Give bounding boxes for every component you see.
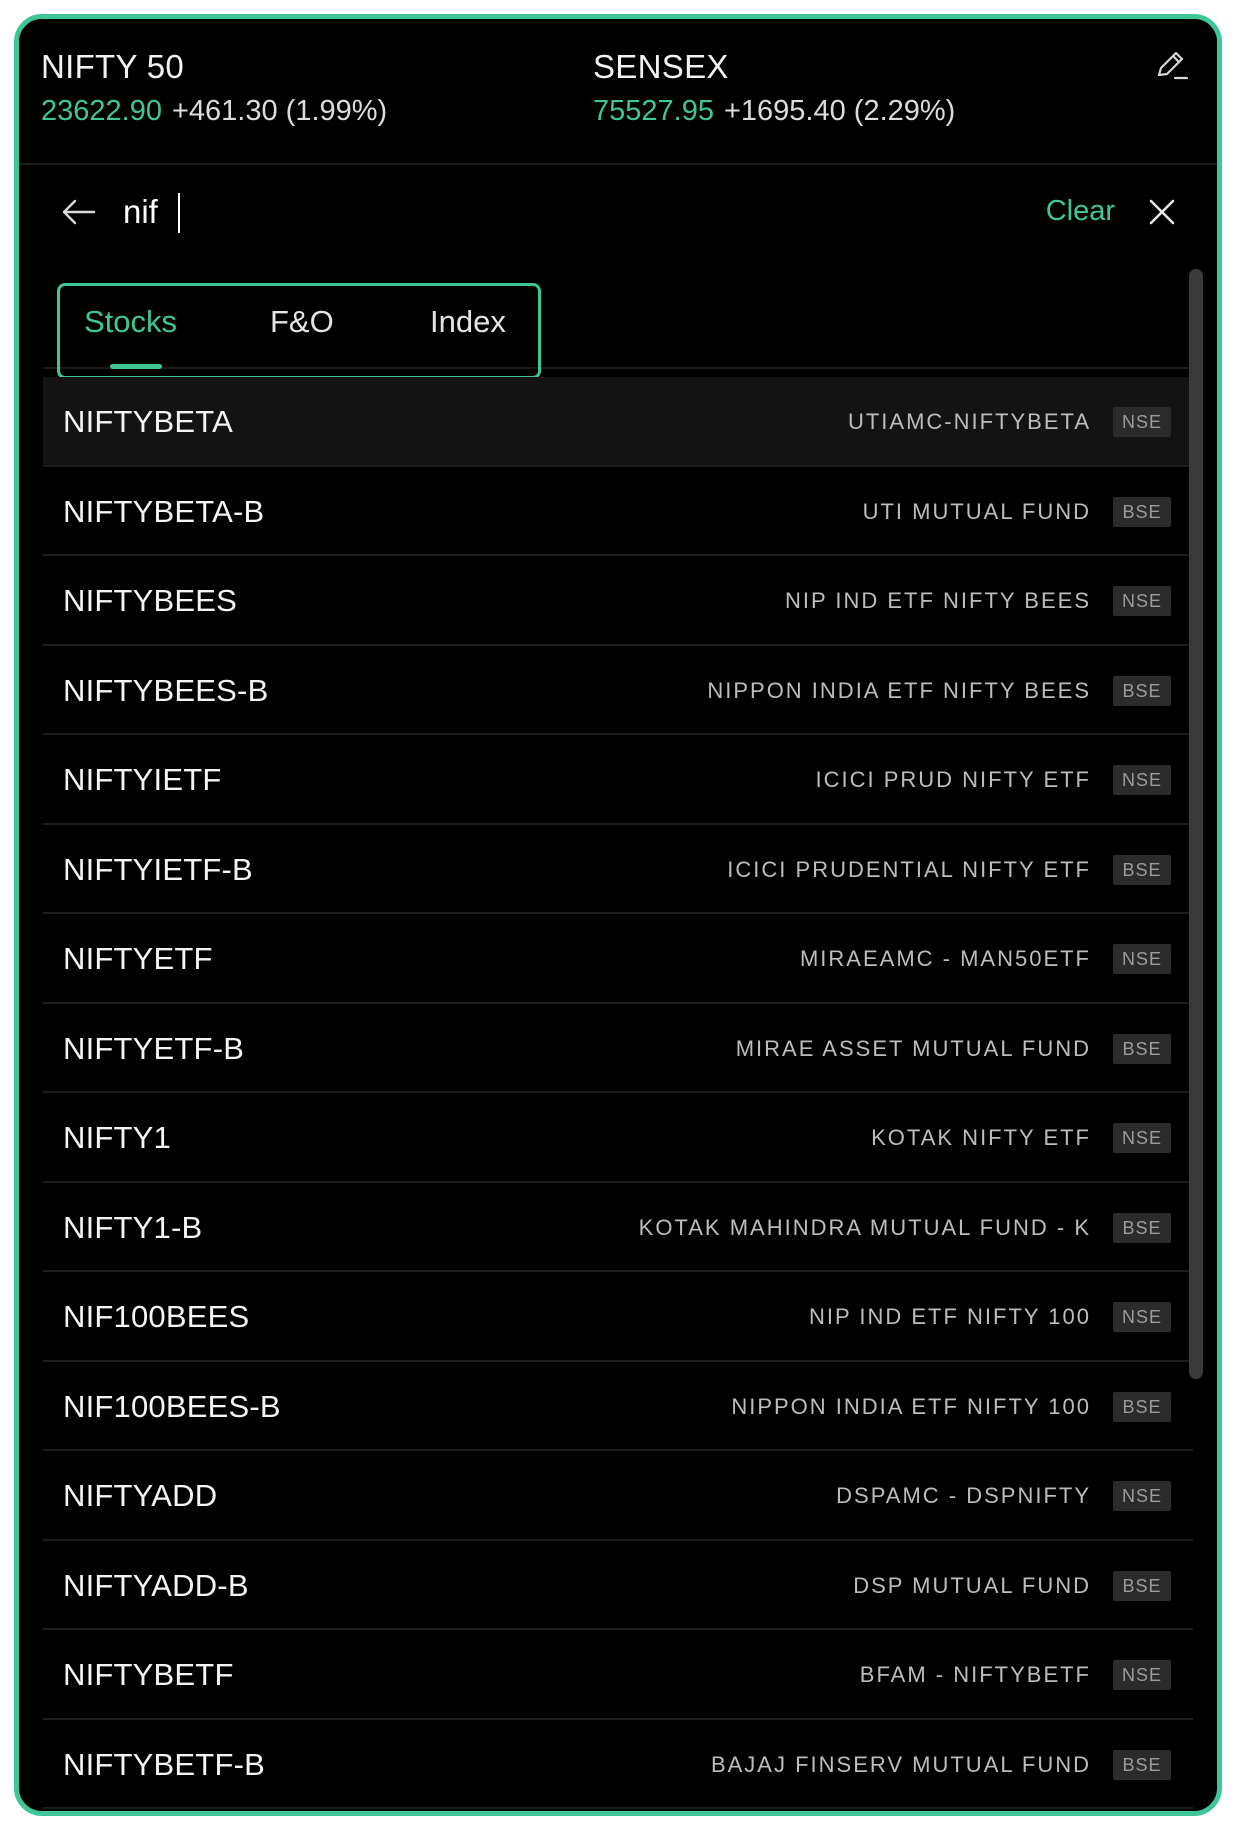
arrow-left-icon[interactable] — [59, 192, 99, 232]
ticker-sensex[interactable]: SENSEX 75527.95 +1695.40 (2.29%) — [593, 47, 955, 129]
result-symbol: NIFTY1-B — [63, 1209, 203, 1245]
result-row[interactable]: NIF100BEES NIP IND ETF NIFTY 100 NSE — [43, 1272, 1193, 1362]
ticker-price: 75527.95 — [593, 95, 714, 127]
result-company-name: KOTAK NIFTY ETF — [871, 1125, 1091, 1150]
exchange-badge: BSE — [1113, 1570, 1171, 1601]
result-row[interactable]: NIFTYADD-B DSP MUTUAL FUND BSE — [43, 1540, 1193, 1630]
exchange-badge: NSE — [1113, 944, 1171, 974]
result-company-name: UTIAMC-NIFTYBETA — [847, 409, 1091, 434]
result-row[interactable]: NIF100BEES-B NIPPON INDIA ETF NIFTY 100 BS… — [43, 1361, 1193, 1451]
exchange-badge: NSE — [1113, 586, 1171, 616]
ticker-values: 23622.90 +461.30 (1.99%) — [41, 93, 387, 129]
exchange-badge: NSE — [1113, 765, 1171, 795]
result-row[interactable]: NIFTYBETF BFAM - NIFTYBETF NSE — [43, 1630, 1193, 1720]
result-row[interactable]: NIFTYBEES NIP IND ETF NIFTY BEES NSE — [43, 556, 1193, 646]
result-symbol: NIFTYBETA-B — [63, 493, 265, 529]
search-input[interactable] — [123, 187, 923, 237]
result-row[interactable]: NIFTYBETF-B BAJAJ FINSERV MUTUAL FUND BSE — [43, 1719, 1193, 1809]
result-row[interactable]: NIFTYIETF-B ICICI PRUDENTIAL NIFTY ETF BSE — [43, 824, 1193, 914]
result-company-name: ICICI PRUDENTIAL NIFTY ETF — [727, 856, 1091, 882]
text-caret — [178, 193, 180, 233]
close-icon[interactable] — [1143, 193, 1181, 231]
result-row[interactable]: NIFTYBETA UTIAMC-NIFTYBETA NSE — [43, 377, 1193, 467]
exchange-badge: BSE — [1113, 1033, 1171, 1064]
ticker-change: +1695.40 (2.29%) — [723, 95, 956, 127]
exchange-badge: BSE — [1113, 675, 1171, 706]
result-company-name: NIP IND ETF NIFTY 100 — [808, 1304, 1091, 1329]
segment-tabs: Stocks F&O Index — [43, 259, 1203, 379]
result-company-name: NIP IND ETF NIFTY BEES — [784, 588, 1091, 613]
exchange-badge: BSE — [1113, 854, 1171, 885]
exchange-badge: BSE — [1113, 496, 1171, 527]
result-company-name: BAJAJ FINSERV MUTUAL FUND — [710, 1751, 1091, 1777]
result-symbol: NIFTYETF — [63, 941, 213, 976]
result-row[interactable]: NIFTYETF-B MIRAE ASSET MUTUAL FUND BSE — [43, 1003, 1193, 1093]
result-symbol: NIF100BEES — [63, 1299, 250, 1334]
tab-index[interactable]: Index — [430, 302, 506, 342]
ticker-name: NIFTY 50 — [41, 48, 185, 85]
result-company-name: NIPPON INDIA ETF NIFTY 100 — [731, 1393, 1091, 1419]
result-symbol: NIFTYBETA — [63, 404, 234, 439]
search-results-list: NIFTYBETA UTIAMC-NIFTYBETA NSE NIFTYBETA-B U… — [43, 377, 1193, 1811]
result-row[interactable]: NIFTYADD DSPAMC - DSPNIFTY NSE — [43, 1451, 1193, 1541]
pencil-icon[interactable] — [1151, 45, 1191, 85]
result-symbol: NIFTYBETF — [63, 1657, 234, 1692]
scrollbar-thumb[interactable] — [1189, 269, 1203, 1379]
tab-fno[interactable]: F&O — [270, 302, 334, 342]
app-frame: NIFTY 50 23622.90 +461.30 (1.99%) SENSEX … — [14, 14, 1222, 1816]
result-company-name: UTI MUTUAL FUND — [862, 498, 1091, 524]
result-symbol: NIFTYETF-B — [63, 1030, 245, 1066]
exchange-badge: NSE — [1113, 1481, 1171, 1511]
result-row[interactable]: NIFTYIETF ICICI PRUD NIFTY ETF NSE — [43, 735, 1193, 825]
result-row[interactable]: NIFTY1 KOTAK NIFTY ETF NSE — [43, 1093, 1193, 1183]
exchange-badge: NSE — [1113, 407, 1171, 437]
result-company-name: DSP MUTUAL FUND — [853, 1572, 1091, 1598]
ticker-change: +461.30 (1.99%) — [171, 95, 388, 127]
exchange-badge: NSE — [1113, 1660, 1171, 1690]
active-tab-indicator — [110, 364, 162, 369]
result-symbol: NIFTYIETF-B — [63, 851, 253, 887]
result-company-name: DSPAMC - DSPNIFTY — [836, 1483, 1091, 1508]
exchange-badge: BSE — [1113, 1391, 1171, 1422]
result-symbol: NIFTYADD — [63, 1478, 218, 1513]
ticker-price: 23622.90 — [41, 95, 162, 127]
clear-button[interactable]: Clear — [1046, 191, 1115, 231]
exchange-badge: BSE — [1113, 1749, 1171, 1780]
result-symbol: NIFTY1 — [63, 1120, 171, 1155]
result-symbol: NIFTYADD-B — [63, 1567, 249, 1603]
tabs-group: Stocks F&O Index — [57, 283, 541, 379]
scrollbar[interactable] — [1187, 269, 1205, 1811]
ticker-name: SENSEX — [593, 48, 729, 85]
ticker-values: 75527.95 +1695.40 (2.29%) — [593, 93, 955, 129]
result-symbol: NIFTYIETF — [63, 762, 222, 797]
result-company-name: MIRAEAMC - MAN50ETF — [799, 946, 1091, 971]
tab-stocks[interactable]: Stocks — [84, 302, 177, 342]
search-bar: Clear — [43, 167, 1203, 257]
result-symbol: NIFTYBEES — [63, 583, 238, 618]
exchange-badge: NSE — [1113, 1302, 1171, 1332]
result-company-name: NIPPON INDIA ETF NIFTY BEES — [707, 677, 1091, 703]
result-company-name: MIRAE ASSET MUTUAL FUND — [735, 1035, 1091, 1061]
result-company-name: BFAM - NIFTYBETF — [859, 1662, 1091, 1687]
ticker-header: NIFTY 50 23622.90 +461.30 (1.99%) SENSEX … — [19, 19, 1217, 165]
exchange-badge: NSE — [1113, 1123, 1171, 1153]
result-symbol: NIFTYBETF-B — [63, 1746, 265, 1782]
ticker-nifty-50[interactable]: NIFTY 50 23622.90 +461.30 (1.99%) — [41, 47, 387, 129]
result-row[interactable]: NIFTYBEES-B NIPPON INDIA ETF NIFTY BEES BS… — [43, 645, 1193, 735]
result-row[interactable]: NIFTYETF MIRAEAMC - MAN50ETF NSE — [43, 914, 1193, 1004]
result-symbol: NIFTYBEES-B — [63, 672, 269, 708]
result-row[interactable]: NIFTY1-B KOTAK MAHINDRA MUTUAL FUND - K BS… — [43, 1182, 1193, 1272]
result-company-name: KOTAK MAHINDRA MUTUAL FUND - K — [638, 1214, 1091, 1240]
result-row[interactable]: NIFTYBETA-B UTI MUTUAL FUND BSE — [43, 466, 1193, 556]
exchange-badge: BSE — [1113, 1212, 1171, 1243]
result-symbol: NIF100BEES-B — [63, 1388, 281, 1424]
result-company-name: ICICI PRUD NIFTY ETF — [815, 767, 1091, 792]
